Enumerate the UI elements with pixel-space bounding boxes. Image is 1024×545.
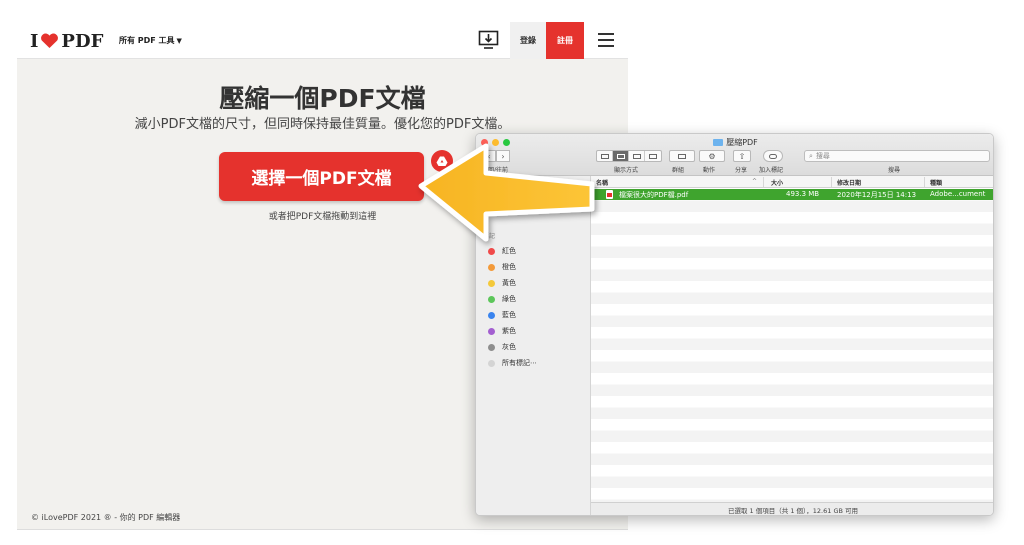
sidebar-tag-gray[interactable]: 灰色 bbox=[488, 342, 516, 352]
google-drive-icon[interactable] bbox=[431, 150, 453, 172]
column-divider bbox=[763, 177, 764, 187]
icon-view-button[interactable] bbox=[597, 151, 613, 161]
tag-dot-icon bbox=[488, 359, 495, 367]
back-button[interactable]: ‹ bbox=[482, 150, 496, 162]
gallery-view-button[interactable] bbox=[645, 151, 661, 161]
tag-label: 綠色 bbox=[502, 295, 516, 303]
tag-dot-icon bbox=[488, 343, 495, 351]
action-button[interactable]: ⚙ bbox=[699, 150, 725, 162]
file-kind: Adobe...cument bbox=[930, 190, 986, 198]
table-row[interactable]: 檔案很大的PDF檔.pdf 493.3 MB 2020年12月15日 14:13… bbox=[591, 189, 993, 200]
sort-chevron-icon: ^ bbox=[752, 178, 758, 185]
column-name-header[interactable]: 名稱 bbox=[596, 178, 608, 187]
footer-copyright: © iLovePDF 2021 ® - 你的 PDF 編輯器 bbox=[31, 513, 181, 522]
finder-sidebar: 標記 紅色 橙色 黃色 綠色 藍色 紫色 灰色 所有標記⋯ bbox=[476, 176, 591, 515]
tag-dot-icon bbox=[488, 295, 495, 303]
select-pdf-button[interactable]: 選擇一個PDF文檔 bbox=[219, 152, 424, 201]
icon-view-icon bbox=[600, 153, 609, 159]
file-date: 2020年12月15日 14:13 bbox=[837, 191, 917, 199]
sidebar-tag-purple[interactable]: 紫色 bbox=[488, 326, 516, 336]
tag-label: 黃色 bbox=[502, 279, 516, 287]
ilovepdf-header: I PDF 所有 PDF 工具 ▼ 登錄 註冊 bbox=[17, 22, 628, 59]
ilovepdf-logo[interactable]: I PDF bbox=[30, 30, 104, 52]
finder-window: 壓縮PDF ‹ › 返回/往前 顯示方式 群組 ⚙ 動作 ⇧ 分享 加入標記 ⌕… bbox=[475, 133, 994, 516]
share-button[interactable]: ⇧ bbox=[733, 150, 751, 162]
action-label: 動作 bbox=[703, 167, 716, 174]
share-icon: ⇧ bbox=[738, 151, 746, 161]
screenshot-stage: I PDF 所有 PDF 工具 ▼ 登錄 註冊 壓縮一個PDF文檔 減小PDF文… bbox=[0, 0, 1024, 545]
gear-icon: ⚙ bbox=[708, 151, 716, 161]
add-tags-button[interactable] bbox=[763, 150, 783, 162]
column-kind-header[interactable]: 種類 bbox=[930, 178, 942, 187]
search-label: 搜尋 bbox=[888, 167, 901, 174]
page-subtitle: 減小PDF文檔的尺寸，但同時保持最佳質量。優化您的PDF文檔。 bbox=[134, 117, 511, 132]
tag-dot-icon bbox=[488, 247, 495, 255]
file-rows: 檔案很大的PDF檔.pdf 493.3 MB 2020年12月15日 14:13… bbox=[591, 189, 993, 502]
sidebar-all-tags[interactable]: 所有標記⋯ bbox=[488, 358, 537, 368]
tag-icon bbox=[764, 151, 782, 161]
file-list: 名稱 ^ 大小 修改日期 種類 檔案很大的PDF檔.pdf 493.3 MB 2… bbox=[591, 176, 993, 502]
tags-section-header: 標記 bbox=[483, 233, 496, 240]
tag-dot-icon bbox=[488, 311, 495, 319]
pdf-file-icon bbox=[606, 190, 613, 199]
page-title: 壓縮一個PDF文檔 bbox=[219, 84, 426, 113]
gallery-view-icon bbox=[649, 153, 657, 159]
column-divider bbox=[924, 177, 925, 187]
finder-search-input[interactable]: ⌕ 搜尋 bbox=[804, 150, 990, 162]
group-button[interactable] bbox=[669, 150, 695, 162]
column-size-header[interactable]: 大小 bbox=[771, 178, 783, 187]
group-icon bbox=[670, 151, 694, 161]
desktop-download-icon[interactable] bbox=[478, 30, 499, 50]
logo-pdf-text: PDF bbox=[61, 30, 104, 52]
file-size: 493.3 MB bbox=[786, 190, 820, 198]
tools-menu-label: 所有 PDF 工具 bbox=[119, 36, 175, 45]
finder-window-title: 壓縮PDF bbox=[476, 137, 993, 148]
column-view-icon bbox=[632, 153, 641, 159]
finder-toolbar: 壓縮PDF ‹ › 返回/往前 顯示方式 群組 ⚙ 動作 ⇧ 分享 加入標記 ⌕… bbox=[476, 134, 993, 176]
tag-label: 灰色 bbox=[502, 343, 516, 351]
tag-label: 橙色 bbox=[502, 263, 516, 271]
list-view-button[interactable] bbox=[613, 151, 629, 161]
back-forward-label: 返回/往前 bbox=[482, 167, 509, 174]
tag-label: 紅色 bbox=[502, 247, 516, 255]
tag-label: 藍色 bbox=[502, 311, 516, 319]
logo-i-text: I bbox=[30, 30, 39, 52]
forward-button[interactable]: › bbox=[496, 150, 510, 162]
search-placeholder: 搜尋 bbox=[815, 152, 830, 160]
tag-label: 所有標記⋯ bbox=[502, 359, 537, 367]
column-divider bbox=[831, 177, 832, 187]
hamburger-menu-icon[interactable] bbox=[598, 33, 614, 47]
sidebar-tag-red[interactable]: 紅色 bbox=[488, 246, 516, 256]
tag-dot-icon bbox=[488, 279, 495, 287]
signup-button[interactable]: 註冊 bbox=[546, 22, 584, 59]
login-button[interactable]: 登錄 bbox=[510, 22, 546, 59]
share-label: 分享 bbox=[735, 167, 748, 174]
sidebar-tag-yellow[interactable]: 黃色 bbox=[488, 278, 516, 288]
sidebar-tag-blue[interactable]: 藍色 bbox=[488, 310, 516, 320]
caret-down-icon: ▼ bbox=[176, 37, 182, 45]
column-headers: 名稱 ^ 大小 修改日期 種類 bbox=[591, 176, 993, 188]
view-label: 顯示方式 bbox=[614, 167, 639, 174]
tag-label: 紫色 bbox=[502, 327, 516, 335]
tag-dot-icon bbox=[488, 263, 495, 271]
view-mode-switcher bbox=[596, 150, 662, 162]
file-name: 檔案很大的PDF檔.pdf bbox=[619, 191, 689, 199]
column-date-header[interactable]: 修改日期 bbox=[837, 178, 861, 187]
folder-icon bbox=[713, 139, 724, 146]
group-label: 群組 bbox=[672, 167, 685, 174]
tag-dot-icon bbox=[488, 327, 495, 335]
finder-status-bar: 已選取 1 個項目（共 1 個），12.61 GB 可用 bbox=[591, 502, 993, 515]
search-icon: ⌕ bbox=[809, 151, 813, 160]
finder-title-text: 壓縮PDF bbox=[726, 138, 758, 147]
sidebar-tag-orange[interactable]: 橙色 bbox=[488, 262, 516, 272]
add-tags-label: 加入標記 bbox=[759, 167, 784, 174]
heart-icon bbox=[40, 33, 59, 49]
sidebar-tag-green[interactable]: 綠色 bbox=[488, 294, 516, 304]
tag-shape bbox=[769, 153, 777, 159]
list-view-icon bbox=[616, 153, 625, 159]
column-view-button[interactable] bbox=[629, 151, 645, 161]
all-pdf-tools-menu[interactable]: 所有 PDF 工具 ▼ bbox=[119, 35, 182, 46]
back-forward-buttons: ‹ › bbox=[482, 150, 510, 162]
grid-icon bbox=[678, 153, 686, 159]
